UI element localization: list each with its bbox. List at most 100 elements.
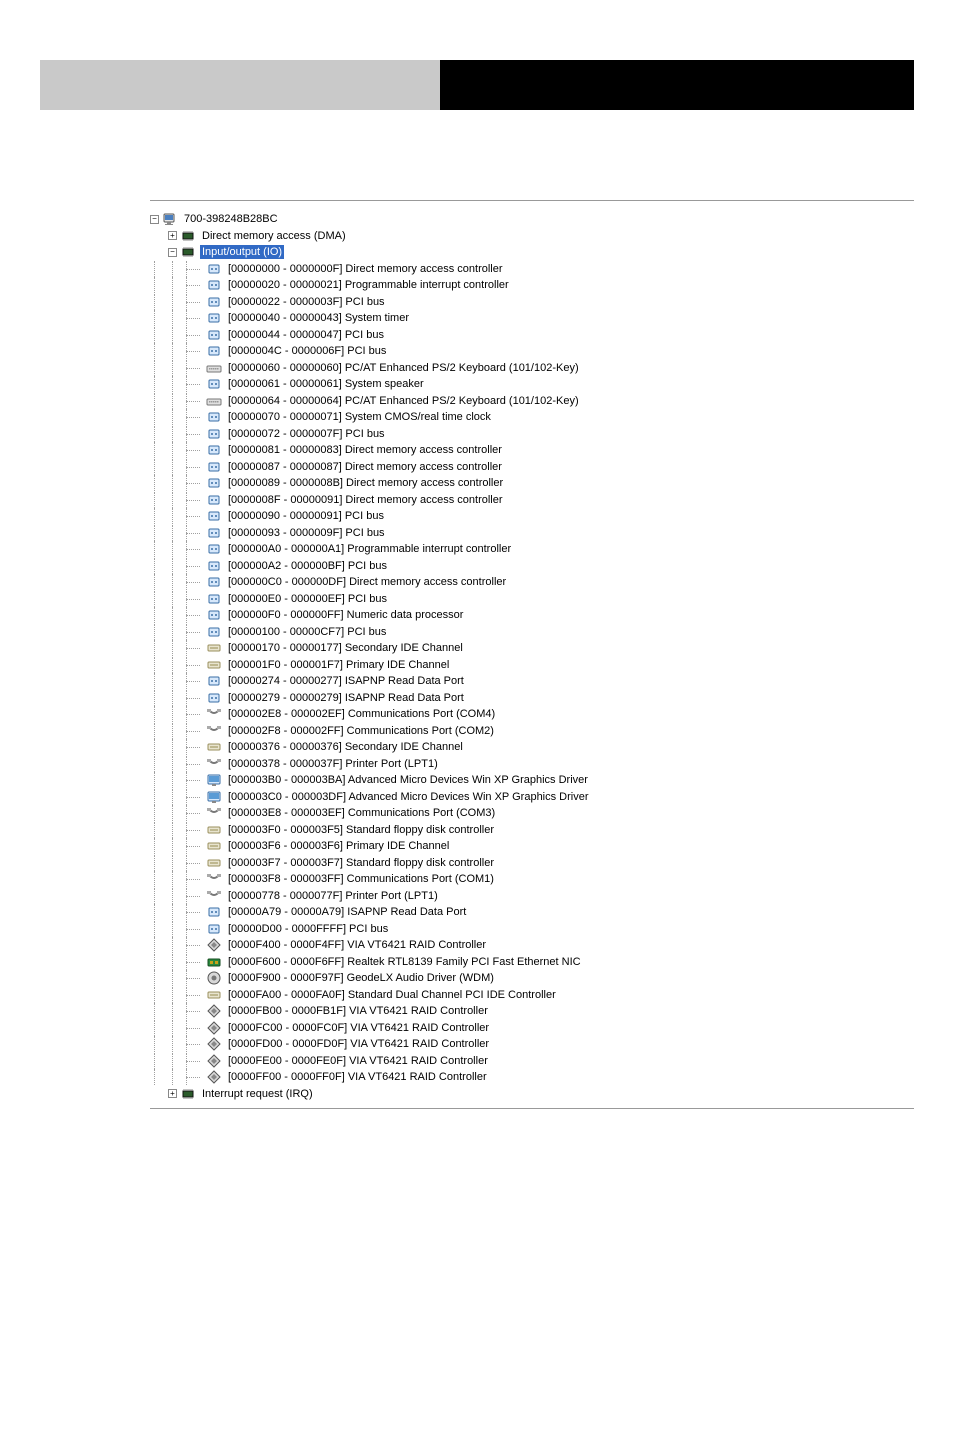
item-label: [00000279 - 00000279] ISAPNP Read Data P… [226, 691, 466, 705]
tree-item[interactable]: [000000A2 - 000000BF] PCI bus [150, 558, 914, 575]
port-icon [206, 574, 222, 590]
tree-item[interactable]: [00000061 - 00000061] System speaker [150, 376, 914, 393]
port-icon [206, 525, 222, 541]
tree-item[interactable]: [00000060 - 00000060] PC/AT Enhanced PS/… [150, 360, 914, 377]
tree-item[interactable]: [000003F0 - 000003F5] Standard floppy di… [150, 822, 914, 839]
port-icon [206, 343, 222, 359]
tree-item[interactable]: [00000090 - 00000091] PCI bus [150, 508, 914, 525]
tree-item[interactable]: [00000274 - 00000277] ISAPNP Read Data P… [150, 673, 914, 690]
tree-node-irq[interactable]: + Interrupt request (IRQ) [150, 1086, 914, 1103]
expander-minus-icon[interactable]: − [168, 248, 177, 257]
tree-item[interactable]: [00000044 - 00000047] PCI bus [150, 327, 914, 344]
tree-item[interactable]: [00000089 - 0000008B] Direct memory acce… [150, 475, 914, 492]
expander-minus-icon[interactable]: − [150, 215, 159, 224]
tree-item[interactable]: [000003F8 - 000003FF] Communications Por… [150, 871, 914, 888]
tree-item[interactable]: [000003C0 - 000003DF] Advanced Micro Dev… [150, 789, 914, 806]
tree-item[interactable]: [000003E8 - 000003EF] Communications Por… [150, 805, 914, 822]
tree-item[interactable]: [0000008F - 00000091] Direct memory acce… [150, 492, 914, 509]
expander-plus-icon[interactable]: + [168, 1089, 177, 1098]
item-label: [000003B0 - 000003BA] Advanced Micro Dev… [226, 773, 590, 787]
item-label: [000000F0 - 000000FF] Numeric data proce… [226, 608, 465, 622]
tree-item[interactable]: [00000040 - 00000043] System timer [150, 310, 914, 327]
tree-item[interactable]: [0000FC00 - 0000FC0F] VIA VT6421 RAID Co… [150, 1020, 914, 1037]
item-label: [00000072 - 0000007F] PCI bus [226, 427, 387, 441]
port-icon [206, 277, 222, 293]
item-label: [000002E8 - 000002EF] Communications Por… [226, 707, 497, 721]
tree-item[interactable]: [000002F8 - 000002FF] Communications Por… [150, 723, 914, 740]
tree-item[interactable]: [000003B0 - 000003BA] Advanced Micro Dev… [150, 772, 914, 789]
tree-item[interactable]: [000003F6 - 000003F6] Primary IDE Channe… [150, 838, 914, 855]
chip-icon [180, 228, 196, 244]
com-icon [206, 723, 222, 739]
tree-item[interactable]: [0000004C - 0000006F] PCI bus [150, 343, 914, 360]
tree-item[interactable]: [0000FF00 - 0000FF0F] VIA VT6421 RAID Co… [150, 1069, 914, 1086]
tree-item[interactable]: [00000064 - 00000064] PC/AT Enhanced PS/… [150, 393, 914, 410]
tree-item[interactable]: [00000020 - 00000021] Programmable inter… [150, 277, 914, 294]
item-label: [000003F8 - 000003FF] Communications Por… [226, 872, 496, 886]
tree-item[interactable]: [00000022 - 0000003F] PCI bus [150, 294, 914, 311]
port-icon [206, 426, 222, 442]
tree-item[interactable]: [000000C0 - 000000DF] Direct memory acce… [150, 574, 914, 591]
raid-icon [206, 1003, 222, 1019]
tree-item[interactable]: [00000279 - 00000279] ISAPNP Read Data P… [150, 690, 914, 707]
tree-root[interactable]: − 700-398248B28BC [150, 211, 914, 228]
io-label: Input/output (IO) [200, 245, 284, 259]
port-icon [206, 492, 222, 508]
tree-item[interactable]: [0000FA00 - 0000FA0F] Standard Dual Chan… [150, 987, 914, 1004]
tree-item[interactable]: [00000100 - 00000CF7] PCI bus [150, 624, 914, 641]
item-label: [0000008F - 00000091] Direct memory acce… [226, 493, 505, 507]
com-icon [206, 888, 222, 904]
tree-item[interactable]: [00000072 - 0000007F] PCI bus [150, 426, 914, 443]
tree-item[interactable]: [000000A0 - 000000A1] Programmable inter… [150, 541, 914, 558]
tree-item[interactable]: [000001F0 - 000001F7] Primary IDE Channe… [150, 657, 914, 674]
tree-node-dma[interactable]: + Direct memory access (DMA) [150, 228, 914, 245]
tree-item[interactable]: [0000F600 - 0000F6FF] Realtek RTL8139 Fa… [150, 954, 914, 971]
tree-item[interactable]: [0000F400 - 0000F4FF] VIA VT6421 RAID Co… [150, 937, 914, 954]
tree-item[interactable]: [00000D00 - 0000FFFF] PCI bus [150, 921, 914, 938]
item-label: [00000376 - 00000376] Secondary IDE Chan… [226, 740, 465, 754]
tree-item[interactable]: [00000081 - 00000083] Direct memory acce… [150, 442, 914, 459]
tree-item[interactable]: [0000F900 - 0000F97F] GeodeLX Audio Driv… [150, 970, 914, 987]
port-icon [206, 442, 222, 458]
tree-node-io[interactable]: − Input/output (IO) [150, 244, 914, 261]
device-tree: − 700-398248B28BC + Direct memory access… [150, 200, 914, 1109]
port-icon [206, 310, 222, 326]
item-label: [00000170 - 00000177] Secondary IDE Chan… [226, 641, 465, 655]
tree-item[interactable]: [000000E0 - 000000EF] PCI bus [150, 591, 914, 608]
item-label: [00000081 - 00000083] Direct memory acce… [226, 443, 504, 457]
port-icon [206, 409, 222, 425]
tree-item[interactable]: [0000FE00 - 0000FE0F] VIA VT6421 RAID Co… [150, 1053, 914, 1070]
ide-icon [206, 657, 222, 673]
tree-item[interactable]: [00000378 - 0000037F] Printer Port (LPT1… [150, 756, 914, 773]
tree-item[interactable]: [00000A79 - 00000A79] ISAPNP Read Data P… [150, 904, 914, 921]
item-label: [00000378 - 0000037F] Printer Port (LPT1… [226, 757, 440, 771]
item-label: [000000A2 - 000000BF] PCI bus [226, 559, 389, 573]
tree-item[interactable]: [00000087 - 00000087] Direct memory acce… [150, 459, 914, 476]
tree-item[interactable]: [000000F0 - 000000FF] Numeric data proce… [150, 607, 914, 624]
item-label: [0000004C - 0000006F] PCI bus [226, 344, 388, 358]
item-label: [0000FE00 - 0000FE0F] VIA VT6421 RAID Co… [226, 1054, 490, 1068]
item-label: [000002F8 - 000002FF] Communications Por… [226, 724, 496, 738]
item-label: [00000020 - 00000021] Programmable inter… [226, 278, 511, 292]
computer-icon [162, 211, 178, 227]
tree-item[interactable]: [0000FD00 - 0000FD0F] VIA VT6421 RAID Co… [150, 1036, 914, 1053]
item-label: [00000060 - 00000060] PC/AT Enhanced PS/… [226, 361, 581, 375]
port-icon [206, 541, 222, 557]
item-label: [000000A0 - 000000A1] Programmable inter… [226, 542, 513, 556]
item-label: [000001F0 - 000001F7] Primary IDE Channe… [226, 658, 451, 672]
port-icon [206, 904, 222, 920]
tree-item[interactable]: [00000376 - 00000376] Secondary IDE Chan… [150, 739, 914, 756]
tree-item[interactable]: [000003F7 - 000003F7] Standard floppy di… [150, 855, 914, 872]
item-label: [00000089 - 0000008B] Direct memory acce… [226, 476, 505, 490]
tree-item[interactable]: [00000093 - 0000009F] PCI bus [150, 525, 914, 542]
tree-item[interactable]: [00000070 - 00000071] System CMOS/real t… [150, 409, 914, 426]
tree-item[interactable]: [00000170 - 00000177] Secondary IDE Chan… [150, 640, 914, 657]
tree-item[interactable]: [0000FB00 - 0000FB1F] VIA VT6421 RAID Co… [150, 1003, 914, 1020]
tree-item[interactable]: [00000778 - 0000077F] Printer Port (LPT1… [150, 888, 914, 905]
tree-item[interactable]: [000002E8 - 000002EF] Communications Por… [150, 706, 914, 723]
port-icon [206, 508, 222, 524]
item-label: [0000FC00 - 0000FC0F] VIA VT6421 RAID Co… [226, 1021, 491, 1035]
tree-item[interactable]: [00000000 - 0000000F] Direct memory acce… [150, 261, 914, 278]
expander-plus-icon[interactable]: + [168, 231, 177, 240]
port-icon [206, 624, 222, 640]
